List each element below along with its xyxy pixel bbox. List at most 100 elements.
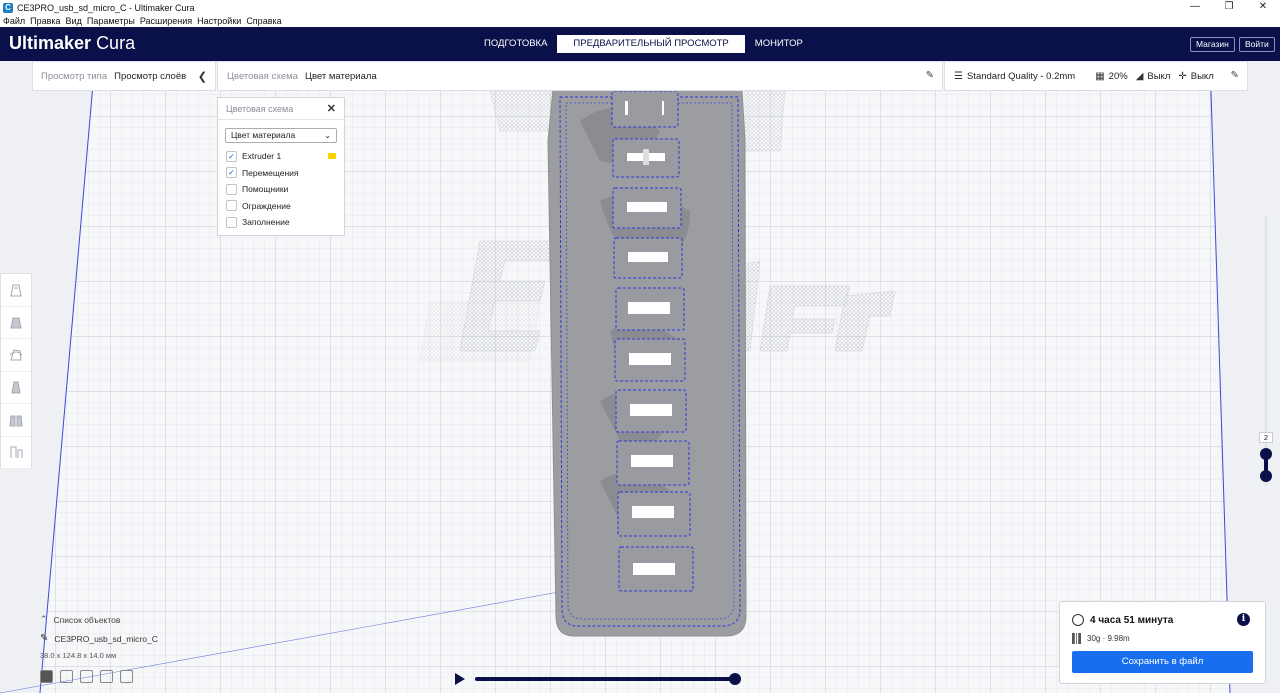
chevron-up-icon: ⌃	[40, 614, 48, 624]
print-time-value: 4 часа 51 минута	[1090, 614, 1174, 626]
color-scheme-panel-title: Цветовая схема	[226, 103, 294, 114]
menu-edit[interactable]: Правка	[30, 16, 60, 26]
layer-slider-lower-handle[interactable]	[1260, 470, 1272, 482]
tab-monitor[interactable]: МОНИТОР	[745, 35, 813, 53]
window-controls: — ❐ ✕	[1178, 0, 1280, 15]
per-model-settings-button[interactable]	[1, 404, 31, 437]
layer-number-field[interactable]: 2	[1259, 432, 1273, 443]
color-scheme-dropdown-value: Цвет материала	[231, 130, 296, 140]
sign-in-button[interactable]: Войти	[1239, 37, 1275, 52]
scale-tool-icon	[10, 317, 22, 329]
infill-value: 20%	[1108, 70, 1128, 82]
window-title: CE3PRO_usb_sd_micro_C - Ultimaker Cura	[17, 2, 195, 13]
stage-tabs: ПОДГОТОВКА ПРЕДВАРИТЕЛЬНЫЙ ПРОСМОТР МОНИ…	[474, 35, 813, 53]
support-icon: ◢	[1135, 70, 1144, 82]
front-view-icon[interactable]	[60, 670, 73, 683]
logo-light-text: Cura	[96, 33, 136, 53]
tab-preview[interactable]: ПРЕДВАРИТЕЛЬНЫЙ ПРОСМОТР	[557, 35, 745, 53]
close-icon[interactable]: ✕	[327, 102, 336, 115]
pencil-icon[interactable]: ✎	[1231, 70, 1239, 81]
quality-profile[interactable]: ☰ Standard Quality - 0.2mm	[954, 71, 1075, 82]
legend-label: Помощники	[242, 184, 289, 195]
material-usage: 30g · 9.98m	[1072, 633, 1130, 644]
play-icon[interactable]	[455, 673, 465, 685]
infill-setting[interactable]: ▦ 20%	[1095, 71, 1127, 82]
move-tool-button[interactable]	[1, 274, 31, 307]
print-information-panel: 4 часа 51 минута i 30g · 9.98m Сохранить…	[1059, 601, 1266, 684]
support-value: Выкл	[1147, 70, 1171, 82]
chevron-left-icon[interactable]: ❮	[198, 70, 207, 83]
legend-label: Перемещения	[242, 167, 299, 178]
legend-item-travels[interactable]: ✓ Перемещения	[218, 165, 344, 182]
quality-profile-label: Standard Quality - 0.2mm	[966, 70, 1076, 82]
app-header: Ultimaker Cura ПОДГОТОВКА ПРЕДВАРИТЕЛЬНЫ…	[0, 27, 1280, 61]
minimize-button[interactable]: —	[1178, 0, 1212, 15]
per-model-settings-icon	[9, 415, 23, 427]
path-slider-track[interactable]	[475, 677, 737, 681]
left-view-icon[interactable]	[100, 670, 113, 683]
material-usage-value: 30g · 9.98m	[1087, 634, 1130, 643]
menu-bar: Файл Правка Вид Параметры Расширения Нас…	[0, 15, 1280, 27]
rotate-tool-button[interactable]	[1, 339, 31, 372]
adhesion-value: Выкл	[1190, 70, 1214, 82]
support-setting[interactable]: ◢ Выкл	[1136, 71, 1171, 82]
menu-help[interactable]: Справка	[246, 16, 281, 26]
checkbox-extruder[interactable]: ✓	[226, 150, 237, 162]
color-scheme-panel-header: Цветовая схема ✕	[218, 98, 344, 120]
menu-extensions[interactable]: Расширения	[140, 16, 192, 26]
checkbox-shell[interactable]	[226, 200, 237, 212]
print-setup-selector[interactable]: ☰ Standard Quality - 0.2mm ▦ 20% ◢ Выкл …	[944, 61, 1248, 91]
3d-viewport[interactable]	[0, 61, 1280, 693]
camera-view-buttons	[40, 670, 140, 683]
checkbox-travels[interactable]: ✓	[226, 167, 237, 179]
legend-item-extruder[interactable]: ✓ Extruder 1	[218, 148, 344, 165]
menu-file[interactable]: Файл	[3, 16, 25, 26]
menu-preferences[interactable]: Настройки	[197, 16, 241, 26]
marketplace-button[interactable]: Магазин	[1190, 37, 1235, 52]
color-scheme-value: Цвет материала	[304, 70, 377, 82]
color-scheme-selector[interactable]: Цветовая схема Цвет материала ✎	[217, 61, 943, 91]
color-scheme-label: Цветовая схема	[227, 70, 298, 82]
legend-item-infill[interactable]: Заполнение	[218, 214, 344, 231]
spool-icon	[1072, 633, 1081, 644]
view-type-selector[interactable]: Просмотр типа Просмотр слоёв ❮	[32, 61, 216, 91]
object-list-toggle[interactable]: ⌃ Список объектов	[40, 614, 120, 625]
pencil-icon[interactable]: ✎	[926, 70, 934, 81]
color-scheme-panel: Цветовая схема ✕ Цвет материала ⌄ ✓ Extr…	[217, 97, 345, 236]
print-time: 4 часа 51 минута	[1072, 614, 1173, 626]
close-window-button[interactable]: ✕	[1246, 0, 1280, 15]
pencil-icon: ✎	[40, 633, 49, 644]
mirror-tool-button[interactable]	[1, 372, 31, 404]
legend-label: Extruder 1	[242, 151, 282, 162]
legend-item-helpers[interactable]: Помощники	[218, 181, 344, 198]
maximize-button[interactable]: ❐	[1212, 0, 1246, 15]
ultimaker-cura-logo: Ultimaker Cura	[9, 33, 135, 54]
scale-tool-button[interactable]	[1, 307, 31, 339]
layer-slider-track[interactable]	[1265, 216, 1267, 486]
adhesion-setting[interactable]: ✛ Выкл	[1178, 71, 1213, 82]
mirror-tool-icon	[11, 381, 21, 394]
extruder-color-swatch	[328, 153, 336, 159]
save-to-file-button[interactable]: Сохранить в файл	[1072, 651, 1253, 673]
path-slider-handle[interactable]	[729, 673, 741, 685]
info-icon[interactable]: i	[1237, 613, 1250, 626]
3d-view-icon[interactable]	[40, 670, 53, 683]
chevron-down-icon: ⌄	[324, 131, 331, 140]
top-view-icon[interactable]	[80, 670, 93, 683]
legend-label: Заполнение	[242, 217, 290, 228]
support-blocker-button[interactable]	[1, 437, 31, 469]
right-view-icon[interactable]	[120, 670, 133, 683]
support-blocker-icon	[10, 446, 23, 459]
adhesion-icon: ✛	[1178, 70, 1187, 82]
object-name-row[interactable]: ✎ CE3PRO_usb_sd_micro_C	[40, 633, 158, 644]
checkbox-helpers[interactable]	[226, 183, 237, 195]
menu-settings[interactable]: Параметры	[87, 16, 135, 26]
menu-view[interactable]: Вид	[66, 16, 82, 26]
color-scheme-dropdown[interactable]: Цвет материала ⌄	[225, 128, 337, 143]
tab-prepare[interactable]: ПОДГОТОВКА	[474, 35, 557, 53]
object-name: CE3PRO_usb_sd_micro_C	[54, 633, 158, 644]
checkbox-infill[interactable]	[226, 216, 237, 228]
legend-item-shell[interactable]: Ограждение	[218, 198, 344, 215]
legend-label: Ограждение	[242, 200, 291, 211]
rotate-tool-icon	[9, 349, 23, 361]
